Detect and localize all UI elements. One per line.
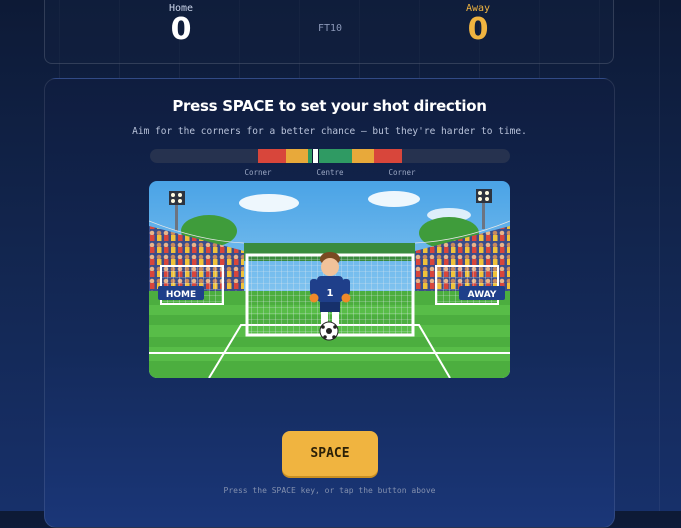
meter-label-centre: Centre xyxy=(316,168,344,177)
football xyxy=(319,321,339,341)
match-format: FT10 xyxy=(317,23,343,34)
prompt-title: Press SPACE to set your shot direction xyxy=(172,97,487,115)
home-goal-label: HOME xyxy=(166,290,196,300)
away-goal: AWAY xyxy=(435,265,505,305)
home-team: Home 0 xyxy=(151,3,211,46)
stadium-illustration: HOME AWAY 1 xyxy=(149,181,510,378)
keeper-number: 1 xyxy=(327,288,334,299)
prompt-subtitle: Aim for the corners for a better chance … xyxy=(132,126,527,137)
shot-panel: Press SPACE to set your shot direction A… xyxy=(44,78,615,528)
away-team: Away 0 xyxy=(448,3,508,46)
meter-label-left-corner: Corner xyxy=(244,168,272,177)
space-button[interactable]: SPACE xyxy=(282,431,378,476)
stadium-scene: HOME AWAY 1 xyxy=(149,181,510,378)
meter-marker xyxy=(312,149,319,163)
home-goal: HOME xyxy=(158,265,224,305)
away-goal-label: AWAY xyxy=(468,290,497,300)
meter-label-right-corner: Corner xyxy=(388,168,416,177)
meter-left-corner xyxy=(258,149,286,163)
scoreboard: Home 0 FT10 Away 0 xyxy=(44,0,614,64)
home-score: 0 xyxy=(170,12,192,47)
direction-meter xyxy=(150,149,510,163)
meter-right-corner xyxy=(374,149,402,163)
away-score: 0 xyxy=(467,12,489,47)
meter-left-mid xyxy=(286,149,308,163)
meter-right-mid xyxy=(352,149,374,163)
space-hint: Press the SPACE key, or tap the button a… xyxy=(223,486,436,495)
